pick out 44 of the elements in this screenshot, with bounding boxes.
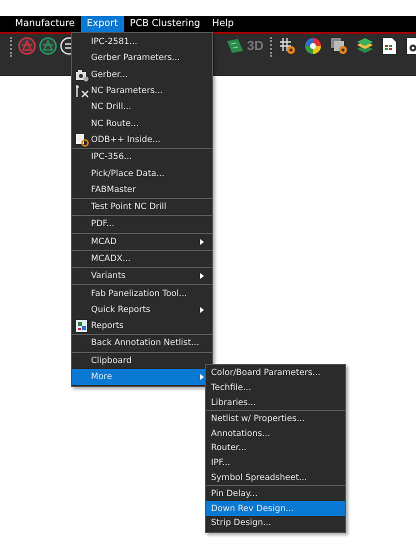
menu-item[interactable]: Annotations... bbox=[206, 426, 345, 441]
menu-item[interactable]: MCADX... bbox=[72, 250, 212, 268]
menu-item[interactable]: NC Drill... bbox=[72, 99, 212, 116]
menu-item[interactable]: Gerber... bbox=[72, 66, 212, 83]
menu-item[interactable]: MCAD bbox=[72, 234, 212, 250]
menu-item[interactable]: IPF... bbox=[206, 456, 345, 471]
circle-network-icon[interactable] bbox=[18, 37, 36, 55]
menu-item[interactable]: NC Parameters... bbox=[72, 82, 212, 100]
document-icon bbox=[75, 132, 89, 147]
menu-item[interactable]: Down Rev Design... bbox=[206, 501, 345, 516]
menu-bar-item[interactable]: Help bbox=[206, 16, 240, 32]
layers-eye-icon[interactable] bbox=[330, 37, 348, 55]
menu-item[interactable]: FABMaster bbox=[72, 182, 212, 198]
menu-item[interactable]: Libraries... bbox=[206, 396, 345, 410]
menu-item[interactable]: Router... bbox=[206, 440, 345, 456]
menu-item[interactable]: Pick/Place Data... bbox=[72, 165, 212, 182]
circuit-board-icon[interactable] bbox=[226, 37, 244, 55]
camera-icon bbox=[75, 68, 89, 82]
menu-item[interactable]: Symbol Spreadsheet... bbox=[206, 470, 345, 486]
menu-item[interactable]: Variants bbox=[72, 268, 212, 284]
menu-bar-item[interactable]: Manufacture bbox=[9, 16, 81, 32]
menu-item[interactable]: Strip Design... bbox=[206, 516, 345, 531]
grid-eye-icon[interactable] bbox=[278, 37, 296, 55]
menu-item[interactable]: IPC-356... bbox=[72, 149, 212, 166]
menu-bar-item[interactable]: Export bbox=[80, 16, 124, 32]
menu-bar-item[interactable]: PCB Clustering bbox=[124, 16, 206, 32]
menu-item[interactable]: NC Route... bbox=[72, 115, 212, 132]
menu-item[interactable]: IPC-2581... bbox=[72, 34, 212, 50]
menu-item[interactable]: Back Annotation Netlist... bbox=[72, 335, 212, 352]
layer-stack-icon[interactable] bbox=[356, 37, 374, 55]
menu-item[interactable]: Pin Delay... bbox=[206, 486, 345, 502]
menu-item[interactable]: Quick Reports bbox=[72, 302, 212, 318]
menu-item[interactable]: Clipboard bbox=[72, 352, 212, 369]
menu-item[interactable]: Netlist w/ Properties... bbox=[206, 411, 345, 426]
menu-item[interactable]: Reports bbox=[72, 318, 212, 334]
tools-icon bbox=[75, 84, 89, 98]
circle-network-icon[interactable] bbox=[39, 37, 57, 55]
color-wheel-icon[interactable] bbox=[304, 37, 322, 55]
menu-item[interactable]: Gerber Parameters... bbox=[72, 50, 212, 67]
menu-item[interactable]: ODB++ Inside... bbox=[72, 132, 212, 148]
report-icon bbox=[75, 319, 89, 334]
menu-item[interactable]: PDF... bbox=[72, 216, 212, 233]
menu-item[interactable]: Fab Panelization Tool... bbox=[72, 285, 212, 302]
menu-item[interactable]: Test Point NC Drill bbox=[72, 198, 212, 216]
